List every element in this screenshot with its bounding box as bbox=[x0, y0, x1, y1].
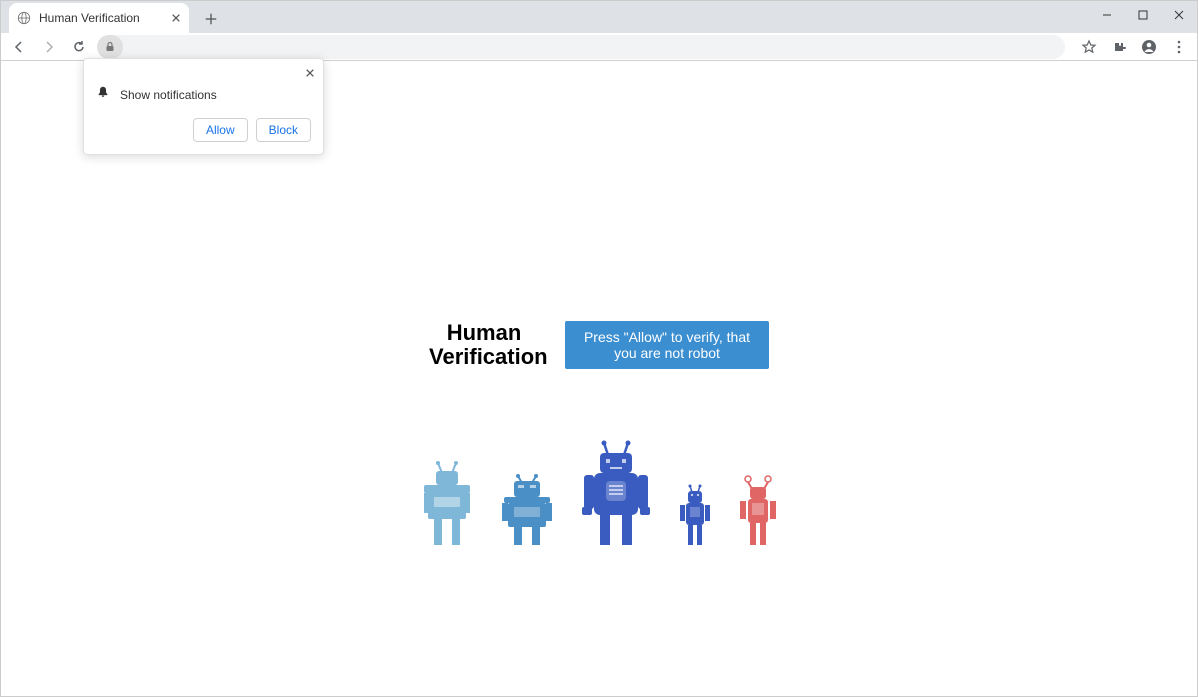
notification-permission-popup: Show notifications Allow Block bbox=[83, 58, 324, 155]
site-info-button[interactable] bbox=[97, 35, 123, 59]
page-title: Human Verification bbox=[429, 321, 539, 369]
browser-tab[interactable]: Human Verification bbox=[9, 3, 189, 33]
allow-button[interactable]: Allow bbox=[193, 118, 248, 142]
reload-button[interactable] bbox=[67, 35, 91, 59]
titlebar: Human Verification bbox=[1, 1, 1197, 33]
tab-title: Human Verification bbox=[39, 11, 140, 25]
verification-row: Human Verification Press "Allow" to veri… bbox=[429, 321, 769, 369]
robot-3-icon bbox=[576, 439, 656, 545]
toolbar-right bbox=[1077, 35, 1191, 59]
robots-illustration bbox=[416, 439, 782, 545]
globe-icon bbox=[17, 11, 31, 25]
window-controls bbox=[1089, 1, 1197, 29]
robot-2-icon bbox=[498, 473, 556, 545]
popup-message: Show notifications bbox=[120, 88, 217, 102]
robot-1-icon bbox=[416, 459, 478, 545]
back-button[interactable] bbox=[7, 35, 31, 59]
bookmark-star-icon[interactable] bbox=[1077, 35, 1101, 59]
tab-close-icon[interactable] bbox=[171, 10, 181, 26]
minimize-button[interactable] bbox=[1089, 1, 1125, 29]
forward-button[interactable] bbox=[37, 35, 61, 59]
popup-close-icon[interactable] bbox=[305, 65, 315, 81]
robot-4-icon bbox=[676, 483, 714, 545]
extensions-icon[interactable] bbox=[1107, 35, 1131, 59]
close-window-button[interactable] bbox=[1161, 1, 1197, 29]
instruction-banner: Press "Allow" to verify, that you are no… bbox=[565, 321, 769, 369]
new-tab-button[interactable] bbox=[197, 5, 225, 33]
block-button[interactable]: Block bbox=[256, 118, 311, 142]
menu-icon[interactable] bbox=[1167, 35, 1191, 59]
bell-icon bbox=[96, 85, 110, 104]
page-content: Human Verification Press "Allow" to veri… bbox=[1, 61, 1197, 696]
url-bar[interactable] bbox=[97, 35, 1065, 59]
profile-icon[interactable] bbox=[1137, 35, 1161, 59]
toolbar bbox=[1, 33, 1197, 61]
robot-5-icon bbox=[734, 473, 782, 545]
maximize-button[interactable] bbox=[1125, 1, 1161, 29]
